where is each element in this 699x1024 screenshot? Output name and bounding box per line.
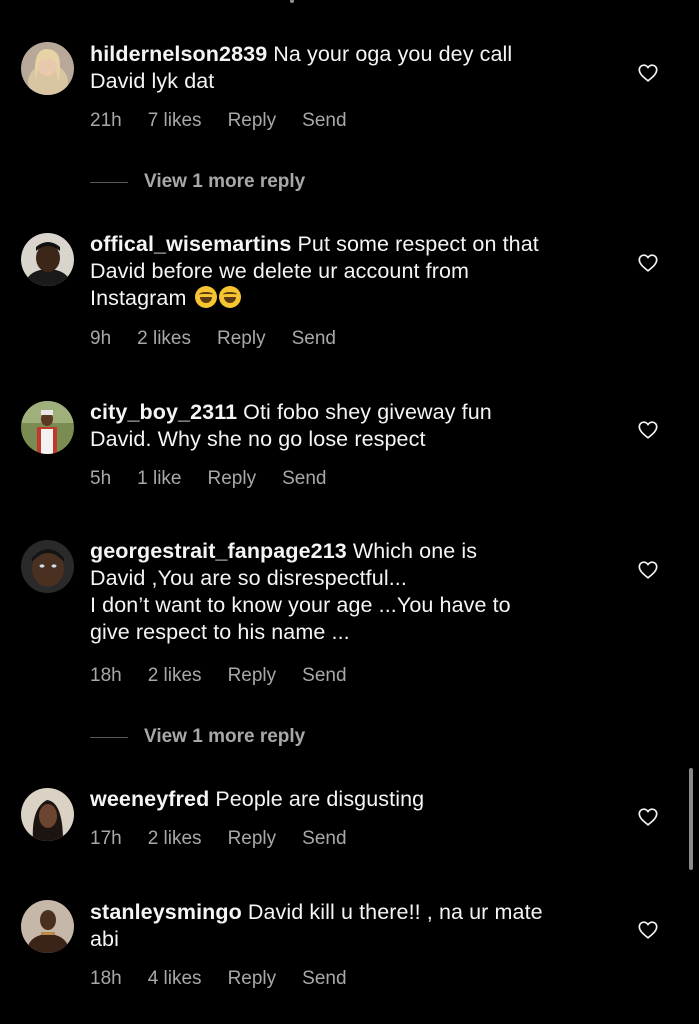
likes-count[interactable]: 7 likes bbox=[148, 110, 202, 131]
comment-time: 17h bbox=[90, 828, 122, 849]
avatar[interactable] bbox=[21, 900, 74, 953]
face-with-tears-of-joy-icon bbox=[218, 286, 241, 308]
comment-body: David ,You are so disrespectful... bbox=[90, 566, 407, 590]
avatar[interactable] bbox=[21, 788, 74, 841]
comment-time: 21h bbox=[90, 110, 122, 131]
view-more-label: View 1 more reply bbox=[144, 726, 306, 747]
comment-text: city_boy_2311 Oti fobo shey giveway fun D… bbox=[90, 399, 610, 453]
avatar[interactable] bbox=[21, 233, 74, 286]
comment-meta: 5h 1 like Reply Send bbox=[90, 468, 352, 490]
reply-button[interactable]: Reply bbox=[228, 968, 277, 989]
comment-body: David. Why she no go lose respect bbox=[90, 427, 426, 451]
comment-body: I don’t want to know your age ...You hav… bbox=[90, 593, 511, 617]
scrollbar[interactable] bbox=[689, 768, 693, 870]
avatar[interactable] bbox=[21, 42, 74, 95]
comment-body: Na your oga you dey call bbox=[273, 42, 513, 66]
likes-count[interactable]: 4 likes bbox=[148, 968, 202, 989]
comment-text: offical_wisemartins Put some respect on t… bbox=[90, 231, 610, 312]
view-more-replies-button[interactable]: View 1 more reply bbox=[90, 170, 305, 194]
view-more-label: View 1 more reply bbox=[144, 171, 306, 192]
comment-username[interactable]: stanleysmingo bbox=[90, 900, 242, 924]
comment-text: stanleysmingo David kill u there!! , na u… bbox=[90, 899, 610, 953]
comment-username[interactable]: weeneyfred bbox=[90, 787, 209, 811]
comment-text: hildernelson2839 Na your oga you dey call… bbox=[90, 41, 610, 95]
likes-count[interactable]: 2 likes bbox=[148, 665, 202, 686]
reply-button[interactable]: Reply bbox=[208, 468, 257, 489]
comment-body: David kill u there!! , na ur mate bbox=[247, 900, 543, 924]
comment-meta: 21h 7 likes Reply Send bbox=[90, 110, 373, 132]
avatar[interactable] bbox=[21, 401, 74, 454]
send-button[interactable]: Send bbox=[302, 828, 346, 849]
reply-button[interactable]: Reply bbox=[228, 828, 277, 849]
comment-meta: 18h 2 likes Reply Send bbox=[90, 665, 373, 687]
likes-count[interactable]: 2 likes bbox=[137, 328, 191, 349]
heart-icon[interactable] bbox=[637, 252, 659, 274]
send-button[interactable]: Send bbox=[292, 328, 336, 349]
heart-icon[interactable] bbox=[637, 419, 659, 441]
comment-username[interactable]: hildernelson2839 bbox=[90, 42, 267, 66]
comment-username[interactable]: georgestrait_fanpage213 bbox=[90, 539, 347, 563]
comment-meta: 17h 2 likes Reply Send bbox=[90, 828, 373, 850]
heart-icon[interactable] bbox=[637, 559, 659, 581]
top-indicator bbox=[290, 0, 294, 3]
comment-meta: 18h 4 likes Reply Send bbox=[90, 968, 373, 990]
divider-line bbox=[90, 736, 128, 738]
send-button[interactable]: Send bbox=[302, 110, 346, 131]
comment-body: David before we delete ur account from bbox=[90, 259, 470, 283]
comment-username[interactable]: offical_wisemartins bbox=[90, 232, 291, 256]
divider-line bbox=[90, 181, 128, 183]
heart-icon[interactable] bbox=[637, 62, 659, 84]
comment-body: abi bbox=[90, 927, 119, 951]
comment-time: 5h bbox=[90, 468, 112, 489]
view-more-replies-button[interactable]: View 1 more reply bbox=[90, 725, 305, 749]
comment-username[interactable]: city_boy_2311 bbox=[90, 400, 237, 424]
likes-count[interactable]: 1 like bbox=[137, 468, 181, 489]
comment-body: Put some respect on that bbox=[297, 232, 539, 256]
send-button[interactable]: Send bbox=[282, 468, 326, 489]
heart-icon[interactable] bbox=[637, 806, 659, 828]
comment-body: Instagram bbox=[90, 286, 187, 310]
comment-body: Which one is bbox=[352, 539, 478, 563]
comment-body: give respect to his name ... bbox=[90, 620, 350, 644]
comment-body: Oti fobo shey giveway fun bbox=[243, 400, 492, 424]
avatar[interactable] bbox=[21, 540, 74, 593]
reply-button[interactable]: Reply bbox=[217, 328, 266, 349]
comment-text: georgestrait_fanpage213 Which one is Davi… bbox=[90, 538, 610, 646]
comment-body: People are disgusting bbox=[215, 787, 425, 811]
comment-text: weeneyfred People are disgusting bbox=[90, 786, 610, 813]
likes-count[interactable]: 2 likes bbox=[148, 828, 202, 849]
reply-button[interactable]: Reply bbox=[228, 110, 277, 131]
reply-button[interactable]: Reply bbox=[228, 665, 277, 686]
comment-time: 18h bbox=[90, 665, 122, 686]
send-button[interactable]: Send bbox=[302, 968, 346, 989]
comment-time: 18h bbox=[90, 968, 122, 989]
send-button[interactable]: Send bbox=[302, 665, 346, 686]
comment-meta: 9h 2 likes Reply Send bbox=[90, 328, 362, 350]
face-with-tears-of-joy-icon bbox=[194, 286, 217, 308]
heart-icon[interactable] bbox=[637, 919, 659, 941]
comment-time: 9h bbox=[90, 328, 112, 349]
comment-body: David lyk dat bbox=[90, 69, 215, 93]
